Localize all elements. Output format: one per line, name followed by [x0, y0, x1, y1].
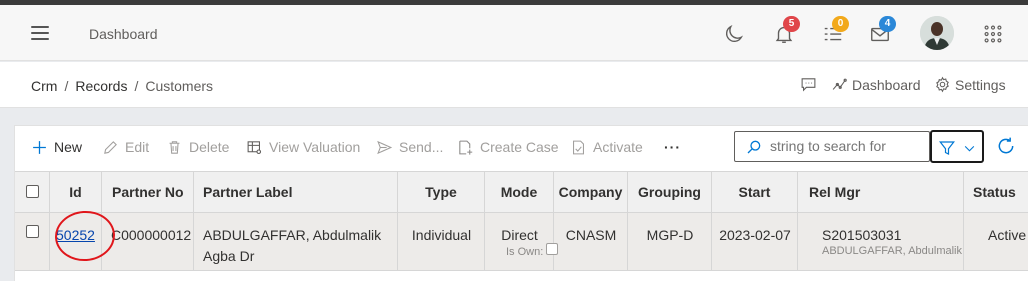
- company-cell: CNASM: [565, 227, 617, 243]
- comments-button[interactable]: [800, 76, 817, 93]
- app-header: Dashboard 5 0 4: [0, 5, 1028, 61]
- messages-badge: 4: [879, 16, 896, 32]
- document-check-icon: [573, 140, 584, 154]
- delete-button-label: Delete: [189, 139, 230, 155]
- edit-button[interactable]: Edit: [102, 137, 149, 157]
- settings-link[interactable]: Settings: [934, 76, 1006, 93]
- comment-icon: [801, 78, 816, 92]
- create-case-label: Create Case: [480, 139, 559, 155]
- column-header-company[interactable]: Company: [554, 172, 628, 212]
- send-button[interactable]: Send...: [376, 137, 443, 157]
- partner-label-cell: ABDULGAFFAR, Abdulmalik Agba Dr: [203, 225, 381, 267]
- page-title: Dashboard: [89, 26, 158, 42]
- tasks-list-icon[interactable]: 0: [822, 16, 849, 45]
- trash-icon: [169, 140, 180, 154]
- table-view-icon: [247, 140, 262, 154]
- breadcrumb: Crm / Records / Customers: [31, 78, 214, 94]
- user-avatar[interactable]: [920, 16, 954, 50]
- chart-line-icon: [832, 78, 847, 90]
- dashboard-link-label: Dashboard: [852, 76, 921, 93]
- search-icon: [747, 140, 761, 154]
- messages-envelope-icon[interactable]: 4: [869, 16, 896, 45]
- column-header-start[interactable]: Start: [712, 172, 798, 212]
- search-input[interactable]: [770, 138, 920, 154]
- start-date-cell: 2023-02-07: [719, 227, 791, 243]
- edit-button-label: Edit: [125, 139, 150, 155]
- status-cell: Active: [988, 227, 1027, 243]
- column-header-id[interactable]: Id: [50, 172, 102, 212]
- breadcrumb-crm[interactable]: Crm: [31, 78, 57, 94]
- table-row[interactable]: 50252 C000000012 ABDULGAFFAR, Abdulmalik…: [15, 213, 1028, 271]
- select-all-checkbox[interactable]: [26, 185, 39, 198]
- pencil-icon: [104, 140, 117, 154]
- column-header-partner-no[interactable]: Partner No: [102, 172, 194, 212]
- view-valuation-label: View Valuation: [269, 139, 361, 155]
- type-cell: Individual: [411, 227, 472, 243]
- breadcrumb-customers: Customers: [145, 78, 214, 94]
- search-box: [734, 131, 930, 162]
- view-valuation-button[interactable]: View Valuation: [246, 137, 360, 157]
- rel-mgr-name: ABDULGAFFAR, Abdulmalik: [822, 245, 962, 257]
- settings-link-label: Settings: [955, 76, 1006, 93]
- partner-no-cell: C000000012: [111, 227, 192, 243]
- dashboard-link[interactable]: Dashboard: [831, 76, 921, 93]
- partner-label-line1: ABDULGAFFAR, Abdulmalik: [203, 227, 382, 243]
- rel-mgr-cell: S201503031: [822, 227, 902, 243]
- activate-button-label: Activate: [593, 139, 643, 155]
- table-header: Id Partner No Partner Label Type Mode Co…: [15, 171, 1028, 213]
- activate-button[interactable]: Activate: [570, 137, 643, 157]
- column-header-type[interactable]: Type: [398, 172, 485, 212]
- row-checkbox[interactable]: [26, 225, 39, 238]
- send-icon: [377, 140, 393, 154]
- partner-label-line2: Agba Dr: [203, 248, 255, 264]
- chevron-down-icon: [964, 145, 975, 152]
- hamburger-menu-icon[interactable]: [31, 26, 49, 40]
- column-header-grouping[interactable]: Grouping: [628, 172, 712, 212]
- mode-cell: Direct: [501, 227, 538, 243]
- delete-button[interactable]: Delete: [166, 137, 229, 157]
- column-header-partner-label[interactable]: Partner Label: [194, 172, 398, 212]
- filter-funnel-icon: [939, 141, 955, 155]
- case-add-icon: [459, 140, 473, 155]
- filter-button[interactable]: [930, 130, 984, 163]
- new-button[interactable]: New: [31, 137, 82, 157]
- breadcrumb-records[interactable]: Records: [75, 78, 127, 94]
- record-id-link[interactable]: 50252: [56, 225, 95, 246]
- more-actions-button[interactable]: ···: [664, 137, 681, 157]
- plus-icon: [33, 140, 46, 154]
- gear-icon: [936, 76, 949, 93]
- is-own-label: Is Own:: [506, 246, 544, 258]
- dark-mode-moon-icon[interactable]: [723, 23, 745, 45]
- refresh-icon[interactable]: [996, 136, 1016, 156]
- records-panel: New Edit Delete View Valuation Send... C…: [14, 125, 1028, 281]
- grouping-cell: MGP-D: [646, 227, 694, 243]
- column-header-status[interactable]: Status: [964, 172, 1028, 212]
- new-button-label: New: [54, 139, 83, 155]
- column-header-rel-mgr[interactable]: Rel Mgr: [798, 172, 964, 212]
- app-launcher-grid-icon[interactable]: [982, 23, 1004, 45]
- notifications-badge: 5: [783, 16, 800, 32]
- breadcrumb-bar: Crm / Records / Customers Dashboard Settings: [0, 62, 1028, 108]
- notifications-bell-icon[interactable]: 5: [773, 16, 800, 45]
- column-header-mode[interactable]: Mode: [485, 172, 554, 212]
- create-case-button[interactable]: Create Case: [457, 137, 559, 157]
- send-button-label: Send...: [399, 139, 444, 155]
- table-row-next: [15, 271, 1028, 281]
- more-actions-label: ···: [664, 139, 681, 155]
- tasks-badge: 0: [832, 16, 849, 32]
